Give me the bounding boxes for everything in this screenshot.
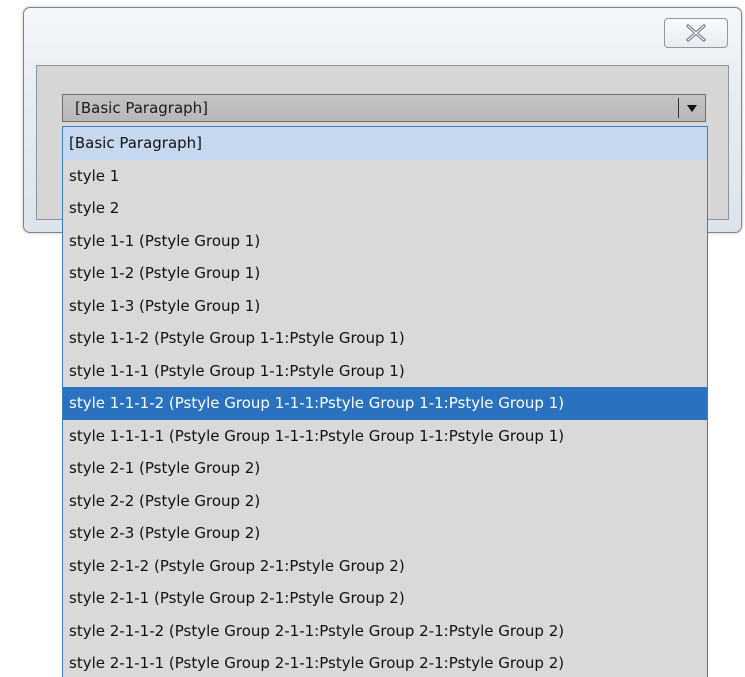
dropdown-option[interactable]: style 1-1 (Pstyle Group 1): [63, 225, 707, 258]
close-button[interactable]: [664, 18, 728, 48]
dropdown-option[interactable]: style 1-1-1-2 (Pstyle Group 1-1-1:Pstyle…: [63, 387, 707, 420]
dropdown-list[interactable]: [Basic Paragraph] style 1 style 2 style 1-1…: [62, 126, 708, 677]
dropdown-option[interactable]: style 1-2 (Pstyle Group 1): [63, 257, 707, 290]
dropdown-selected-value: [Basic Paragraph]: [75, 99, 209, 117]
chevron-down-icon[interactable]: [685, 95, 699, 121]
dropdown-option[interactable]: style 1-3 (Pstyle Group 1): [63, 290, 707, 323]
dropdown-option[interactable]: style 2-1 (Pstyle Group 2): [63, 452, 707, 485]
dropdown-separator: [678, 98, 679, 118]
dropdown-option[interactable]: style 2-2 (Pstyle Group 2): [63, 485, 707, 518]
dropdown-option[interactable]: style 2-1-1 (Pstyle Group 2-1:Pstyle Gro…: [63, 582, 707, 615]
dropdown-option[interactable]: style 1-1-1 (Pstyle Group 1-1:Pstyle Gro…: [63, 355, 707, 388]
dropdown-option[interactable]: style 1-1-2 (Pstyle Group 1-1:Pstyle Gro…: [63, 322, 707, 355]
dropdown-option[interactable]: style 1: [63, 160, 707, 193]
dropdown-option[interactable]: [Basic Paragraph]: [63, 127, 707, 160]
dropdown-option[interactable]: style 1-1-1-1 (Pstyle Group 1-1-1:Pstyle…: [63, 420, 707, 453]
dropdown-option[interactable]: style 2-1-1-2 (Pstyle Group 2-1-1:Pstyle…: [63, 615, 707, 648]
dropdown-option[interactable]: style 2-1-1-1 (Pstyle Group 2-1-1:Pstyle…: [63, 647, 707, 677]
dropdown-option[interactable]: style 2: [63, 192, 707, 225]
dropdown-option[interactable]: style 2-1-2 (Pstyle Group 2-1:Pstyle Gro…: [63, 550, 707, 583]
close-x-icon: [686, 24, 706, 42]
paragraph-style-dropdown[interactable]: [Basic Paragraph]: [62, 94, 706, 122]
dropdown-option[interactable]: style 2-3 (Pstyle Group 2): [63, 517, 707, 550]
